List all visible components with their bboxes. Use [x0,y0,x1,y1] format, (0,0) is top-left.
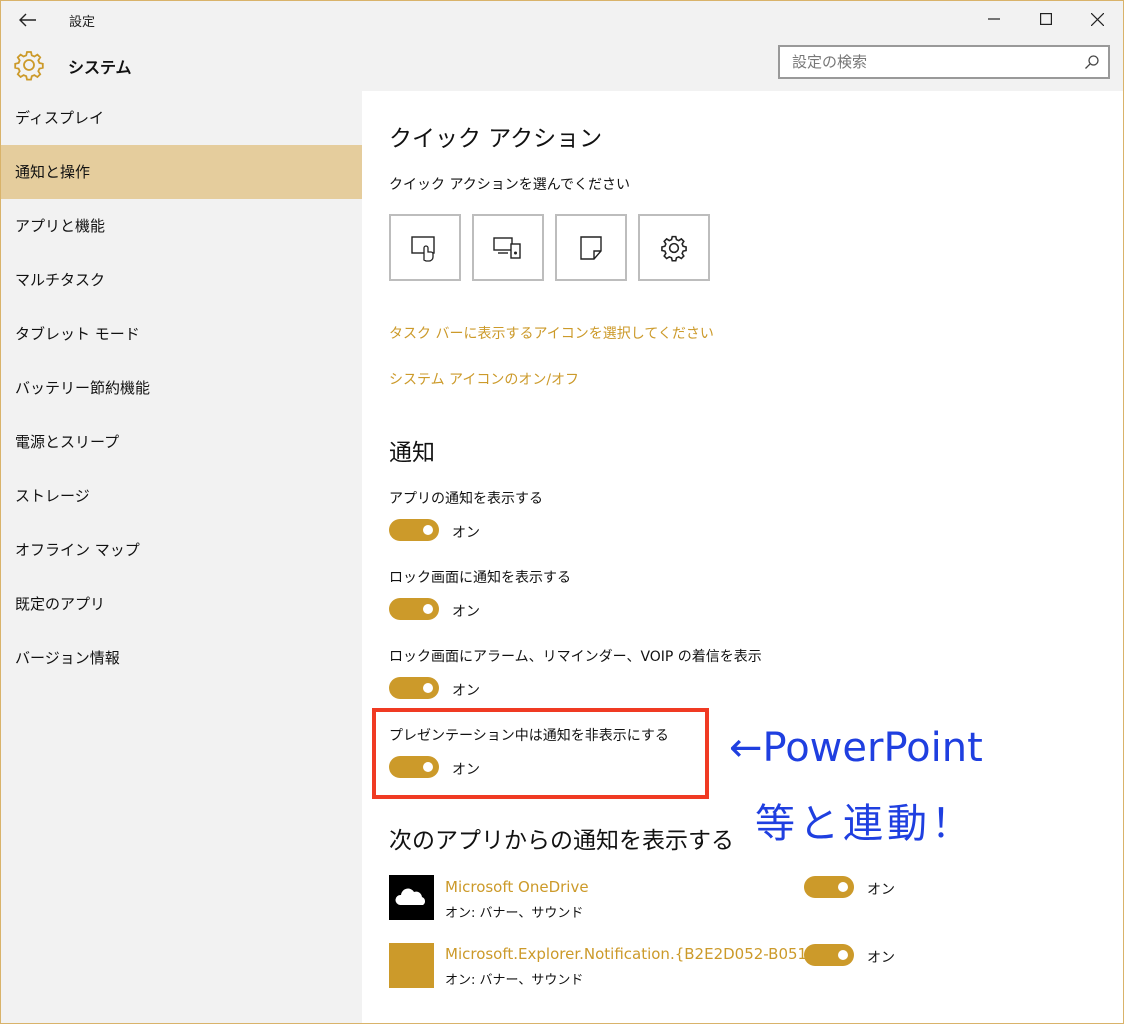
toggle-knob [423,604,433,614]
toggle-onedrive[interactable] [804,876,854,898]
sidebar-item-notifications[interactable]: 通知と操作 [1,145,362,199]
content-pane: クイック アクション クイック アクションを選んでください タスク バーに表示す… [362,91,1123,1023]
maximize-icon [1040,13,1052,25]
sidebar-item-display[interactable]: ディスプレイ [1,91,362,145]
close-icon [1090,12,1104,26]
maximize-button[interactable] [1023,3,1069,35]
sidebar-item-storage[interactable]: ストレージ [1,469,362,523]
search-icon[interactable] [1084,54,1100,74]
setting-label-app-notifications: アプリの通知を表示する [389,491,543,507]
app-name-explorer-notification[interactable]: Microsoft.Explorer.Notification.{B2E2D05… [445,945,813,963]
toggle-state-label: オン [452,604,480,620]
annotation-line-2: 等と連動！ [755,801,975,847]
highlight-box [372,708,709,799]
sidebar-item-multitasking[interactable]: マルチタスク [1,253,362,307]
tablet-mode-icon [411,235,435,262]
toggle-lock-screen-alarms[interactable] [389,677,439,699]
toggle-lock-screen-notifications[interactable] [389,598,439,620]
project-icon [493,236,521,259]
back-button[interactable] [11,5,45,35]
quick-actions-subheading: クイック アクションを選んでください [389,177,631,193]
toggle-state-label: オン [452,683,480,699]
back-arrow-icon [19,13,36,27]
header: システム [1,39,1123,91]
search-box[interactable] [778,45,1110,79]
title-bar: 設定 [1,1,1123,39]
toggle-state-label: オン [867,950,895,966]
apps-notifications-heading: 次のアプリからの通知を表示する [389,828,734,854]
system-gear-icon [13,49,45,85]
sidebar-item-battery-saver[interactable]: バッテリー節約機能 [1,361,362,415]
quick-action-tile-settings[interactable] [638,214,710,281]
toggle-knob [838,950,848,960]
sidebar-item-power-sleep[interactable]: 電源とスリープ [1,415,362,469]
toggle-knob [423,683,433,693]
quick-action-tile-note[interactable] [555,214,627,281]
system-icons-link[interactable]: システム アイコンのオン/オフ [389,369,579,389]
setting-label-lock-screen-notifications: ロック画面に通知を表示する [389,570,571,586]
close-button[interactable] [1074,3,1120,35]
minimize-icon [988,18,1000,20]
toggle-knob [423,525,433,535]
app-status-onedrive: オン: バナー、サウンド [445,906,584,921]
toggle-app-notifications[interactable] [389,519,439,541]
app-status-explorer-notification: オン: バナー、サウンド [445,973,584,988]
taskbar-icons-link[interactable]: タスク バーに表示するアイコンを選択してください [389,323,714,343]
sidebar-item-about[interactable]: バージョン情報 [1,631,362,685]
settings-window: 設定 システム ディスプレイ [0,0,1124,1024]
annotation-line-1: ←PowerPoint [729,725,983,771]
window-title: 設定 [69,15,96,30]
explorer-notification-app-icon [389,943,434,988]
sidebar-item-offline-maps[interactable]: オフライン マップ [1,523,362,577]
sidebar-item-apps[interactable]: アプリと機能 [1,199,362,253]
toggle-knob [838,882,848,892]
minimize-button[interactable] [971,3,1017,35]
sidebar-item-default-apps[interactable]: 既定のアプリ [1,577,362,631]
toggle-state-label: オン [452,525,480,541]
toggle-state-label: オン [867,882,895,898]
notifications-heading: 通知 [389,440,435,466]
page-title: システム [68,58,132,77]
app-name-onedrive[interactable]: Microsoft OneDrive [445,878,589,896]
quick-actions-heading: クイック アクション [389,126,603,152]
note-icon [580,235,602,260]
quick-action-tile-tablet-mode[interactable] [389,214,461,281]
setting-label-lock-screen-alarms: ロック画面にアラーム、リマインダー、VOIP の着信を表示 [389,649,762,665]
toggle-explorer-notification[interactable] [804,944,854,966]
settings-gear-icon [661,235,687,262]
sidebar: ディスプレイ 通知と操作 アプリと機能 マルチタスク タブレット モード バッテ… [1,91,362,1023]
quick-action-tile-project[interactable] [472,214,544,281]
search-input[interactable] [780,47,1070,77]
sidebar-item-tablet-mode[interactable]: タブレット モード [1,307,362,361]
onedrive-app-icon [389,875,434,920]
